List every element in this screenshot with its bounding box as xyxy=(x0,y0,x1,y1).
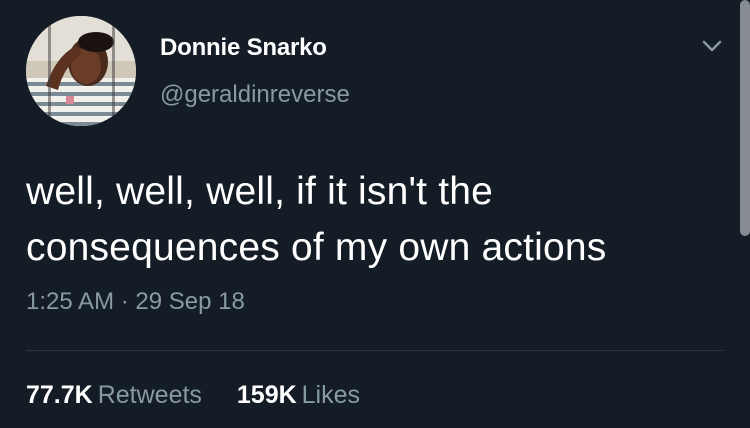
tweet-text-line: well, well, well, if it isn't the xyxy=(26,170,494,213)
like-count: 159K xyxy=(236,381,297,409)
tweet-card: Donnie Snarko @geraldinreverse well, wel… xyxy=(0,0,750,428)
divider xyxy=(26,350,724,351)
user-handle[interactable]: @geraldinreverse xyxy=(160,81,350,109)
tweet-timestamp[interactable]: 1:25 AM · 29 Sep 18 xyxy=(26,288,245,316)
tweet-time: 1:25 AM xyxy=(26,288,115,315)
tweet-date: 29 Sep 18 xyxy=(135,288,245,315)
like-label: Likes xyxy=(301,381,361,409)
avatar[interactable] xyxy=(26,16,136,126)
retweets-stat[interactable]: 77.7K Retweets xyxy=(26,381,202,410)
tweet-stats: 77.7K Retweets 159K Likes xyxy=(26,381,388,410)
tweet-text: well, well, well, if it isn't the conseq… xyxy=(26,164,726,276)
display-name[interactable]: Donnie Snarko xyxy=(160,34,327,62)
chevron-down-icon xyxy=(702,40,722,52)
timestamp-separator: · xyxy=(120,288,129,315)
tweet-menu-button[interactable] xyxy=(700,34,724,58)
avatar-photo xyxy=(26,16,136,126)
tweet-text-line: consequences of my own actions xyxy=(26,226,607,269)
scrollbar[interactable] xyxy=(740,0,750,236)
retweet-count: 77.7K xyxy=(26,381,93,409)
likes-stat[interactable]: 159K Likes xyxy=(237,381,360,410)
retweet-label: Retweets xyxy=(97,381,202,409)
